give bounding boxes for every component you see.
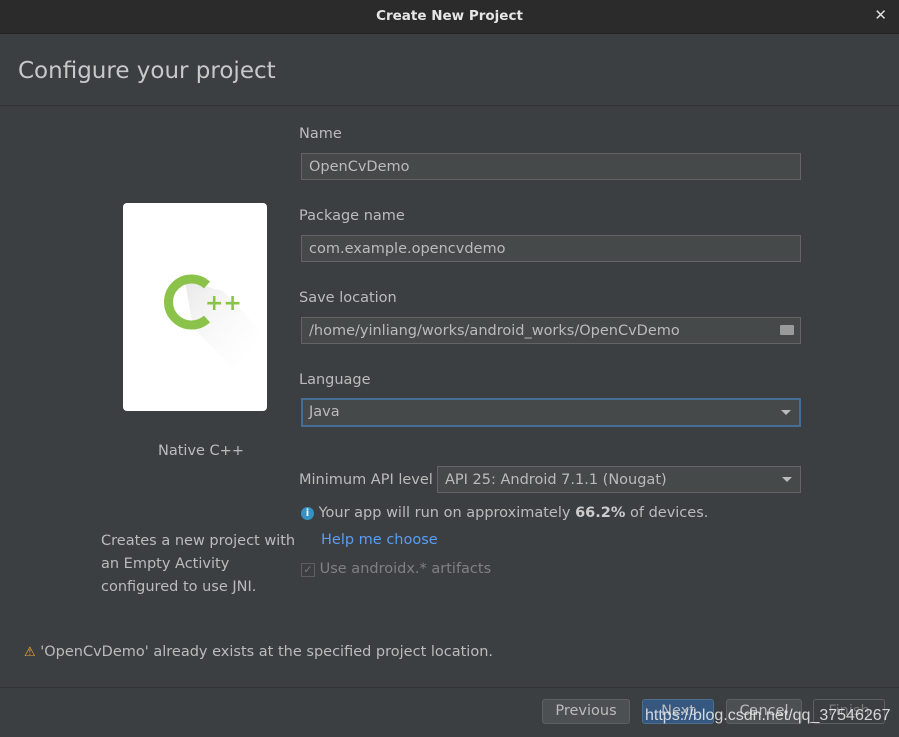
- template-description: Creates a new project with an Empty Acti…: [101, 530, 295, 599]
- location-label: Save location: [299, 290, 397, 306]
- chevron-down-icon: [781, 410, 791, 415]
- checkbox-icon: ✓: [301, 563, 315, 577]
- api-info: i Your app will run on approximately 66.…: [301, 505, 708, 521]
- info-percent: 66.2%: [575, 505, 626, 521]
- name-label: Name: [299, 126, 342, 142]
- info-suffix: of devices.: [625, 505, 709, 521]
- warning-text: 'OpenCvDemo' already exists at the speci…: [40, 644, 494, 660]
- api-value: API 25: Android 7.1.1 (Nougat): [445, 472, 667, 488]
- folder-icon[interactable]: [780, 325, 794, 335]
- previous-button[interactable]: Previous: [542, 699, 630, 724]
- description-line: an Empty Activity: [101, 556, 230, 572]
- androidx-checkbox[interactable]: ✓ Use androidx.* artifacts: [301, 561, 491, 577]
- watermark: https://blog.csdn.net/qq_37546267: [645, 707, 891, 724]
- androidx-label: Use androidx.* artifacts: [319, 561, 492, 577]
- warning-message: ⚠ 'OpenCvDemo' already exists at the spe…: [24, 644, 493, 660]
- template-preview-card: ++: [123, 203, 267, 411]
- name-input[interactable]: OpenCvDemo: [301, 153, 801, 180]
- info-text: Your app will run on approximately: [318, 505, 576, 521]
- close-icon[interactable]: ✕: [874, 6, 887, 24]
- language-label: Language: [299, 372, 371, 388]
- package-input[interactable]: com.example.opencvdemo: [301, 235, 801, 262]
- template-name: Native C++: [158, 443, 244, 459]
- language-value: Java: [309, 404, 340, 420]
- cpp-logo-icon: ++: [164, 274, 263, 368]
- warning-icon: ⚠: [24, 645, 36, 660]
- location-input[interactable]: /home/yinliang/works/android_works/OpenC…: [301, 317, 801, 344]
- api-label: Minimum API level: [299, 472, 433, 488]
- info-icon: i: [301, 507, 314, 520]
- svg-text:++: ++: [205, 291, 242, 316]
- header: Configure your project: [0, 34, 899, 106]
- language-select[interactable]: Java: [301, 398, 801, 427]
- location-value: /home/yinliang/works/android_works/OpenC…: [309, 323, 680, 339]
- description-line: configured to use JNI.: [101, 579, 257, 595]
- package-label: Package name: [299, 208, 405, 224]
- previous-label: Previous: [555, 703, 617, 719]
- chevron-down-icon: [782, 477, 792, 482]
- window-title: Create New Project: [376, 8, 523, 24]
- description-line: Creates a new project with: [101, 533, 296, 549]
- title-bar: Create New Project ✕: [0, 0, 899, 34]
- page-title: Configure your project: [18, 58, 276, 84]
- help-me-choose-link[interactable]: Help me choose: [321, 532, 438, 548]
- api-level-select[interactable]: API 25: Android 7.1.1 (Nougat): [437, 466, 801, 493]
